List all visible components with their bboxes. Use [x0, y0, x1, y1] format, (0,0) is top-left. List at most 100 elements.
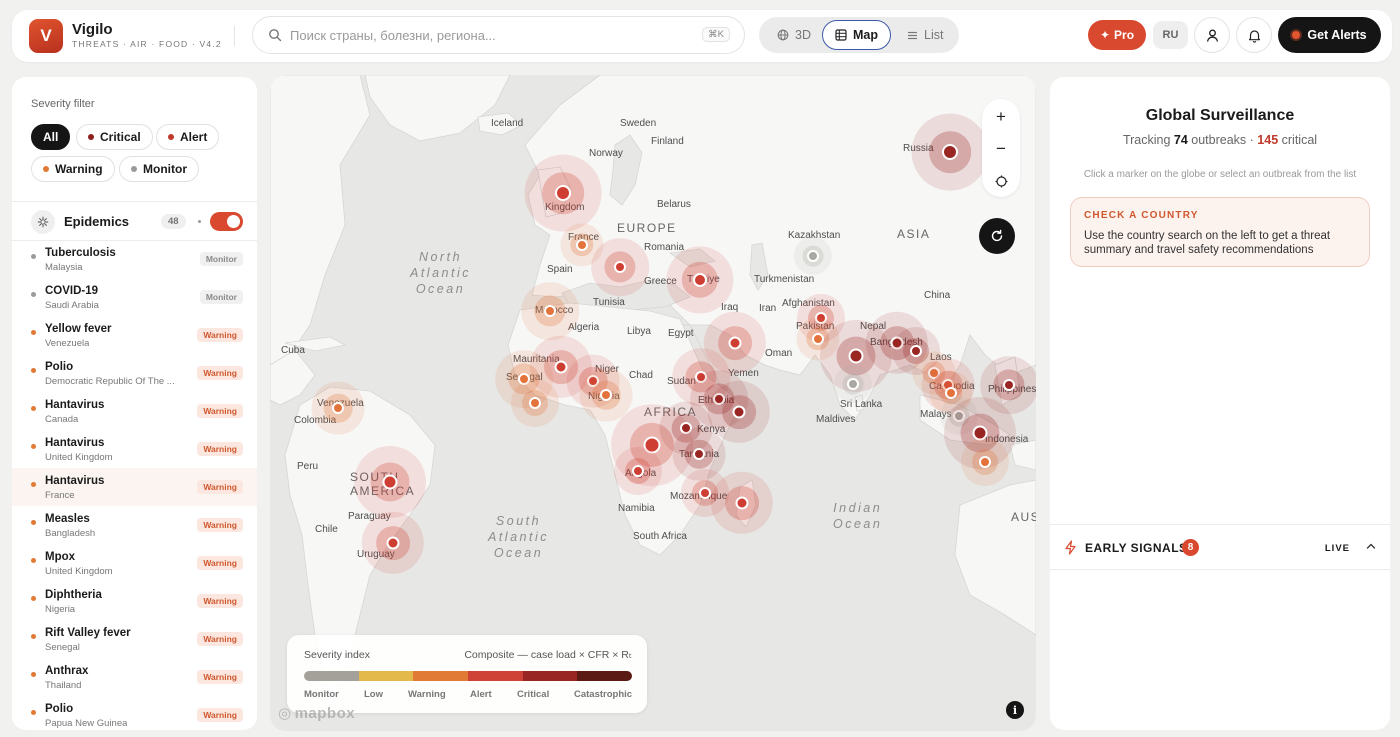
marker-core — [699, 487, 711, 499]
language-button[interactable]: RU — [1153, 21, 1188, 49]
outbreak-country: Bangladesh — [45, 528, 96, 539]
lightning-icon — [1065, 540, 1076, 555]
view-map-label: Map — [853, 28, 878, 42]
severity-dot-icon — [31, 292, 36, 297]
search-icon — [269, 29, 282, 42]
marker-core — [979, 456, 991, 468]
land-australia — [954, 479, 1036, 636]
outbreak-country: Democratic Republic Of The ... — [45, 376, 175, 387]
legend-swatch — [522, 671, 578, 681]
filter-chip-critical[interactable]: Critical — [76, 124, 153, 150]
label-sweden: Sweden — [620, 118, 657, 129]
legend-title: Severity index — [304, 649, 370, 661]
locate-button[interactable] — [982, 165, 1020, 197]
filter-chip-all[interactable]: All — [31, 124, 71, 150]
map-grid-icon — [835, 29, 847, 41]
mapbox-logo[interactable]: ◎ mapbox — [278, 704, 355, 723]
severity-filter-title: Severity filter — [31, 98, 95, 110]
severity-dot-icon — [31, 444, 36, 449]
account-button[interactable] — [1194, 17, 1230, 53]
label-romania: Romania — [644, 242, 685, 253]
severity-badge: Warning — [197, 632, 243, 646]
marker-core — [728, 336, 742, 350]
filter-chip-warning[interactable]: Warning — [31, 156, 115, 182]
view-map-button[interactable]: Map — [822, 20, 891, 50]
severity-dot-icon — [31, 254, 36, 259]
list-item[interactable]: Mpox United Kingdom Warning — [12, 544, 257, 582]
label-cuba: Cuba — [281, 345, 305, 356]
severity-badge: Warning — [197, 708, 243, 722]
filter-chip-label: Alert — [180, 130, 208, 144]
marker-core — [576, 239, 588, 251]
severity-badge: Warning — [197, 442, 243, 456]
list-item[interactable]: Diphtheria Nigeria Warning — [12, 582, 257, 620]
outbreak-country: Canada — [45, 414, 79, 425]
early-signals-header[interactable]: EARLY SIGNALS 8 LIVE — [1050, 524, 1390, 570]
label-asia: ASIA — [897, 227, 931, 241]
list-item[interactable]: Hantavirus United Kingdom Warning — [12, 430, 257, 468]
pro-button[interactable]: ✦ Pro — [1088, 20, 1146, 50]
info-icon[interactable]: i — [1006, 701, 1024, 719]
list-item[interactable]: COVID-19 Saudi Arabia Monitor — [12, 278, 257, 316]
marker-core — [942, 144, 958, 160]
list-item[interactable]: Hantavirus Canada Warning — [12, 392, 257, 430]
world-map[interactable]: Iceland Sweden Norway Finland Russia Kin… — [270, 75, 1036, 731]
monitor-dot-icon — [131, 166, 137, 172]
marker-core — [529, 397, 541, 409]
list-item[interactable]: Tuberculosis Malaysia Monitor — [12, 240, 257, 278]
outbreak-country: Nigeria — [45, 604, 76, 615]
label-iceland: Iceland — [491, 118, 524, 129]
severity-dot-icon — [31, 368, 36, 373]
zoom-in-button[interactable]: + — [982, 101, 1020, 133]
label-spain: Spain — [547, 264, 573, 275]
legend-swatch — [413, 671, 469, 681]
outbreak-country: United Kingdom — [45, 452, 113, 463]
view-list-button[interactable]: List — [895, 20, 955, 50]
list-item[interactable]: Hantavirus France Warning — [12, 468, 257, 506]
legend-label-catastrophic: Catastrophic — [574, 689, 633, 700]
label-south-atlantic: South Atlantic Ocean — [488, 514, 549, 560]
outbreak-disease: Hantavirus — [45, 399, 105, 411]
list-item[interactable]: Yellow fever Venezuela Warning — [12, 316, 257, 354]
logo-letter: V — [40, 26, 52, 45]
filter-chip-alert[interactable]: Alert — [156, 124, 220, 150]
legend-swatch — [577, 671, 632, 681]
legend-label-low: Low — [364, 689, 383, 700]
zoom-out-button[interactable]: − — [982, 133, 1020, 165]
epidemics-toggle[interactable] — [210, 212, 243, 231]
separator-dot — [198, 220, 201, 223]
header-divider — [234, 26, 235, 46]
filter-chip-monitor[interactable]: Monitor — [119, 156, 199, 182]
outbreaks-count: 74 — [1173, 133, 1188, 147]
globe-icon — [777, 29, 789, 41]
list-item[interactable]: Rift Valley fever Senegal Warning — [12, 620, 257, 658]
legend-label-warning: Warning — [408, 689, 446, 700]
filter-chip-label: All — [43, 130, 59, 144]
search-input[interactable] — [290, 25, 690, 45]
outbreak-disease: Mpox — [45, 551, 76, 563]
refresh-button[interactable] — [979, 218, 1015, 254]
user-icon — [1206, 29, 1218, 42]
severity-dot-icon — [31, 482, 36, 487]
vigilo-logo[interactable]: V — [29, 19, 63, 53]
chevron-up-icon[interactable] — [1365, 540, 1377, 552]
severity-dot-icon — [31, 634, 36, 639]
list-item[interactable]: Measles Bangladesh Warning — [12, 506, 257, 544]
severity-badge: Warning — [197, 518, 243, 532]
notifications-button[interactable] — [1236, 17, 1272, 53]
label-namibia: Namibia — [618, 503, 655, 514]
list-item[interactable]: Polio Democratic Republic Of The ... Warni… — [12, 354, 257, 392]
outbreaks-suffix: outbreaks · — [1191, 133, 1254, 147]
virus-icon — [31, 210, 55, 234]
list-item[interactable]: Anthrax Thailand Warning — [12, 658, 257, 696]
left-panel: Severity filter All Critical Alert Warni… — [12, 77, 257, 730]
view-3d-button[interactable]: 3D — [765, 20, 823, 50]
marker-core — [544, 305, 556, 317]
brand-subtitle: THREATS · AIR · FOOD · V4.2 — [72, 39, 222, 49]
marker-core — [848, 348, 864, 364]
list-item[interactable]: Polio Papua New Guinea Warning — [12, 696, 257, 730]
severity-dot-icon — [31, 672, 36, 677]
get-alerts-button[interactable]: Get Alerts — [1278, 17, 1381, 53]
search-box[interactable]: ⌘K — [252, 16, 745, 54]
crosshair-icon — [995, 175, 1007, 187]
